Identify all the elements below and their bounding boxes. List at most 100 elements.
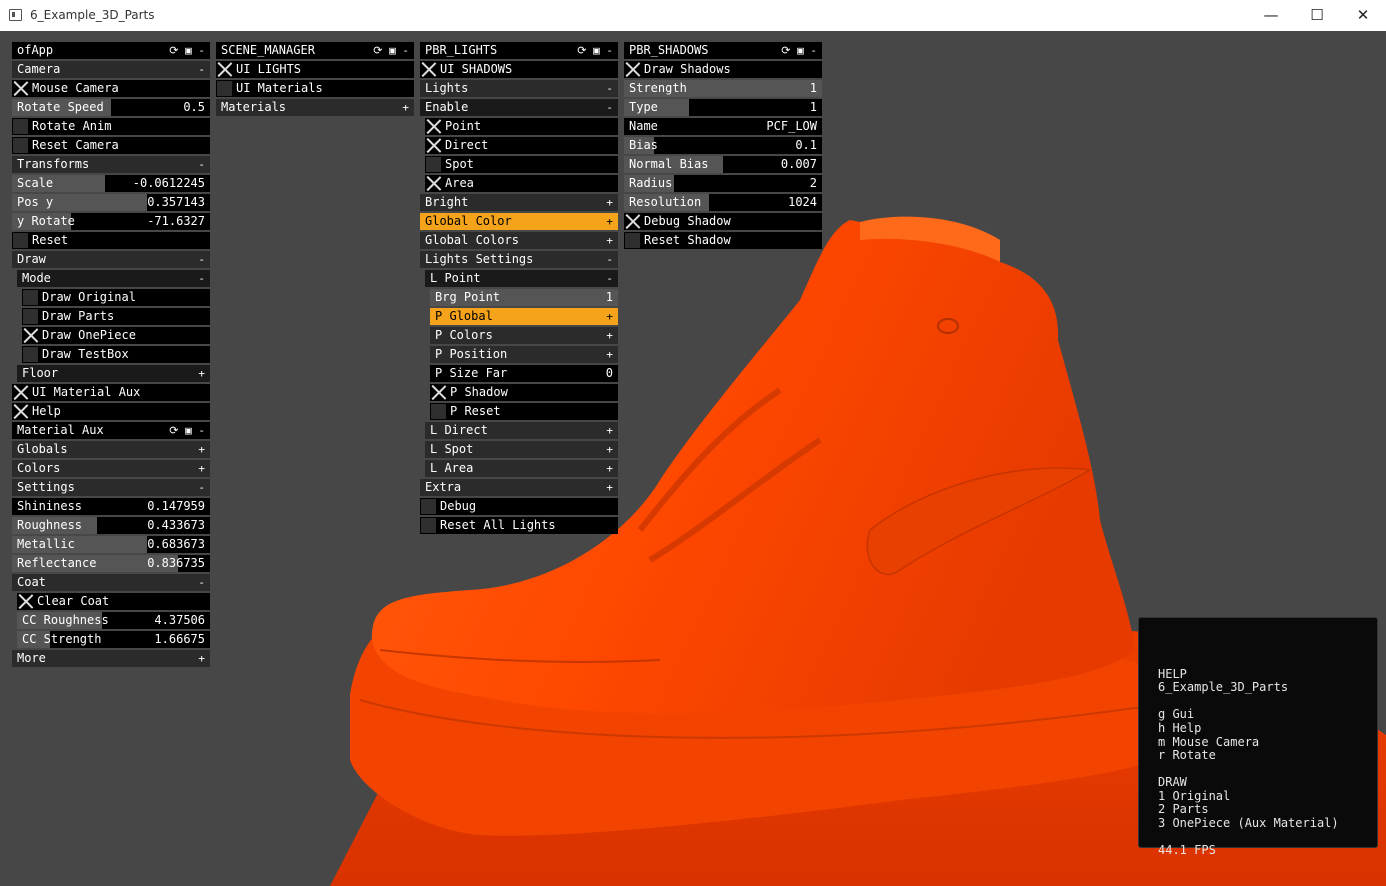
cc-roughness-slider[interactable]: CC Roughness 4.37506	[17, 612, 210, 629]
lights-group[interactable]: Lights -	[420, 80, 618, 97]
extra-group[interactable]: Extra +	[420, 479, 618, 496]
reset-all-lights-button[interactable]: Reset All Lights	[420, 517, 618, 534]
l-point-group[interactable]: L Point -	[425, 270, 618, 287]
checkbox-icon[interactable]	[431, 404, 446, 419]
expand-icon[interactable]: +	[198, 365, 205, 382]
reset-transforms-button[interactable]: Reset	[12, 232, 210, 249]
checkbox-icon[interactable]	[426, 157, 441, 172]
ui-shadows-toggle[interactable]: UI SHADOWS	[420, 61, 618, 78]
normal-bias-slider[interactable]: Normal Bias 0.007	[624, 156, 822, 173]
save-icon[interactable]: ▣	[185, 44, 192, 57]
material-aux-header[interactable]: Material Aux ⟳ ▣ -	[12, 422, 210, 439]
checkbox-icon[interactable]	[23, 309, 38, 324]
global-colors-group[interactable]: Global Colors +	[420, 232, 618, 249]
collapse-icon[interactable]: -	[606, 270, 613, 287]
help-toggle[interactable]: Help	[12, 403, 210, 420]
save-icon[interactable]: ▣	[797, 44, 804, 57]
checkbox-icon[interactable]	[13, 119, 28, 134]
more-group[interactable]: More +	[12, 650, 210, 667]
p-position-group[interactable]: P Position +	[430, 346, 618, 363]
expand-icon[interactable]: +	[606, 422, 613, 439]
expand-icon[interactable]: +	[606, 194, 613, 211]
checkbox-icon[interactable]	[23, 328, 38, 343]
enable-group[interactable]: Enable -	[420, 99, 618, 116]
lights-settings-group[interactable]: Lights Settings -	[420, 251, 618, 268]
debug-shadow-toggle[interactable]: Debug Shadow	[624, 213, 822, 230]
checkbox-icon[interactable]	[13, 138, 28, 153]
collapse-icon[interactable]: -	[606, 251, 613, 268]
shininess-slider[interactable]: Shininess 0.147959	[12, 498, 210, 515]
expand-icon[interactable]: +	[606, 346, 613, 363]
p-size-far-slider[interactable]: P Size Far 0	[430, 365, 618, 382]
global-color-group[interactable]: Global Color +	[420, 213, 618, 230]
debug-toggle[interactable]: Debug	[420, 498, 618, 515]
expand-icon[interactable]: +	[606, 441, 613, 458]
radius-slider[interactable]: Radius 2	[624, 175, 822, 192]
coat-group[interactable]: Coat -	[12, 574, 210, 591]
reset-camera-button[interactable]: Reset Camera	[12, 137, 210, 154]
checkbox-icon[interactable]	[18, 594, 33, 609]
checkbox-icon[interactable]	[625, 233, 640, 248]
checkbox-icon[interactable]	[426, 138, 441, 153]
checkbox-icon[interactable]	[13, 81, 28, 96]
p-global-group[interactable]: P Global +	[430, 308, 618, 325]
pbr-lights-header[interactable]: PBR_LIGHTS ⟳ ▣ -	[420, 42, 618, 59]
mode-group[interactable]: Mode -	[17, 270, 210, 287]
expand-icon[interactable]: +	[606, 232, 613, 249]
checkbox-icon[interactable]	[421, 499, 436, 514]
p-shadow-toggle[interactable]: P Shadow	[430, 384, 618, 401]
spot-toggle[interactable]: Spot	[425, 156, 618, 173]
collapse-icon[interactable]: -	[606, 44, 613, 57]
checkbox-icon[interactable]	[217, 81, 232, 96]
collapse-icon[interactable]: -	[198, 479, 205, 496]
ui-lights-toggle[interactable]: UI LIGHTS	[216, 61, 414, 78]
collapse-icon[interactable]: -	[198, 574, 205, 591]
l-direct-group[interactable]: L Direct +	[425, 422, 618, 439]
pbr-shadows-header[interactable]: PBR_SHADOWS ⟳ ▣ -	[624, 42, 822, 59]
expand-icon[interactable]: +	[198, 441, 205, 458]
collapse-icon[interactable]: -	[198, 270, 205, 287]
p-colors-group[interactable]: P Colors +	[430, 327, 618, 344]
checkbox-icon[interactable]	[625, 62, 640, 77]
close-button[interactable]: ✕	[1340, 0, 1386, 31]
expand-icon[interactable]: +	[606, 308, 613, 325]
bias-slider[interactable]: Bias 0.1	[624, 137, 822, 154]
collapse-icon[interactable]: -	[606, 80, 613, 97]
reset-shadow-button[interactable]: Reset Shadow	[624, 232, 822, 249]
save-icon[interactable]: ▣	[593, 44, 600, 57]
checkbox-icon[interactable]	[421, 62, 436, 77]
area-toggle[interactable]: Area	[425, 175, 618, 192]
expand-icon[interactable]: +	[606, 479, 613, 496]
transforms-group[interactable]: Transforms -	[12, 156, 210, 173]
pos-y-slider[interactable]: Pos y 0.357143	[12, 194, 210, 211]
checkbox-icon[interactable]	[23, 347, 38, 362]
expand-icon[interactable]: +	[402, 99, 409, 116]
reload-icon[interactable]: ⟳	[577, 44, 586, 57]
type-slider[interactable]: Type 1	[624, 99, 822, 116]
ui-materials-toggle[interactable]: UI Materials	[216, 80, 414, 97]
checkbox-icon[interactable]	[431, 385, 446, 400]
checkbox-icon[interactable]	[426, 176, 441, 191]
minimize-button[interactable]: —	[1248, 0, 1294, 31]
draw-onepiece-toggle[interactable]: Draw OnePiece	[22, 327, 210, 344]
reload-icon[interactable]: ⟳	[169, 424, 178, 437]
settings-group[interactable]: Settings -	[12, 479, 210, 496]
maximize-button[interactable]: ☐	[1294, 0, 1340, 31]
resolution-slider[interactable]: Resolution 1024	[624, 194, 822, 211]
bright-group[interactable]: Bright +	[420, 194, 618, 211]
globals-group[interactable]: Globals +	[12, 441, 210, 458]
collapse-icon[interactable]: -	[198, 251, 205, 268]
strength-slider[interactable]: Strength 1	[624, 80, 822, 97]
rotate-anim-toggle[interactable]: Rotate Anim	[12, 118, 210, 135]
collapse-icon[interactable]: -	[198, 44, 205, 57]
metallic-slider[interactable]: Metallic 0.683673	[12, 536, 210, 553]
expand-icon[interactable]: +	[198, 460, 205, 477]
save-icon[interactable]: ▣	[389, 44, 396, 57]
floor-group[interactable]: Floor +	[17, 365, 210, 382]
l-area-group[interactable]: L Area +	[425, 460, 618, 477]
draw-shadows-toggle[interactable]: Draw Shadows	[624, 61, 822, 78]
collapse-icon[interactable]: -	[198, 156, 205, 173]
p-reset-button[interactable]: P Reset	[430, 403, 618, 420]
brg-point-slider[interactable]: Brg Point 1	[430, 289, 618, 306]
checkbox-icon[interactable]	[23, 290, 38, 305]
